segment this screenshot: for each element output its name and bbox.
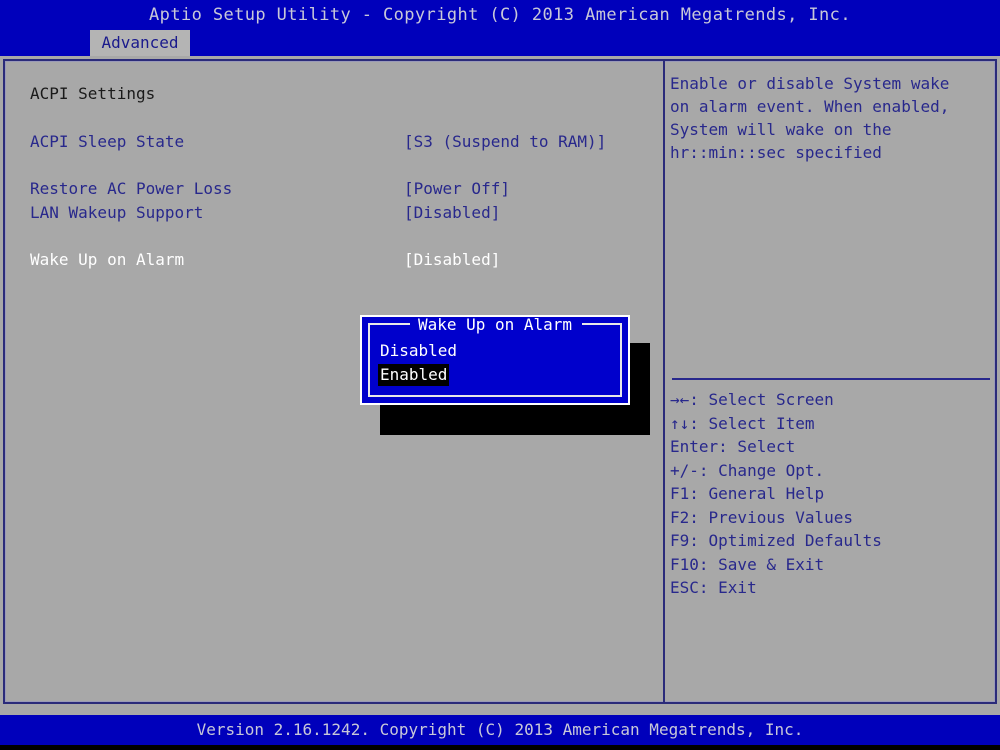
legend-select-item: ↑↓: Select Item [670, 413, 815, 433]
footer-bar: Version 2.16.1242. Copyright (C) 2013 Am… [0, 715, 1000, 745]
help-legend-divider [672, 378, 990, 380]
legend-enter-select: Enter: Select [670, 437, 796, 456]
setting-label: Restore AC Power Loss [30, 179, 233, 198]
legend-esc-exit: ESC: Exit [670, 578, 757, 597]
help-line: hr::min::sec specified [670, 143, 882, 162]
setting-row-lan-wakeup-support[interactable]: LAN Wakeup Support [Disabled] [8, 201, 660, 225]
setting-row-acpi-sleep-state[interactable]: ACPI Sleep State [S3 (Suspend to RAM)] [8, 130, 660, 154]
dialog-option-disabled[interactable]: Disabled [378, 340, 459, 362]
help-panel: Enable or disable System wake on alarm e… [670, 72, 992, 164]
settings-heading-row: ACPI Settings [8, 82, 660, 106]
legend-change-opt: +/-: Change Opt. [670, 460, 825, 480]
legend-previous-values: F2: Previous Values [670, 507, 854, 527]
help-line: on alarm event. When enabled, [670, 97, 950, 116]
setting-row-wake-up-on-alarm[interactable]: Wake Up on Alarm [Disabled] [8, 248, 660, 272]
help-line: System will wake on the [670, 120, 892, 139]
setting-label: LAN Wakeup Support [30, 203, 204, 222]
setting-value[interactable]: [Disabled] [404, 201, 500, 225]
help-line: Enable or disable System wake [670, 74, 950, 93]
window-title: Aptio Setup Utility - Copyright (C) 2013… [149, 5, 851, 25]
footer-version-text: Version 2.16.1242. Copyright (C) 2013 Am… [196, 720, 804, 739]
dialog-option-enabled[interactable]: Enabled [378, 364, 450, 386]
setting-label: Wake Up on Alarm [30, 250, 185, 269]
setting-value[interactable]: [Power Off] [404, 177, 510, 201]
screen-bottom-edge [0, 745, 1000, 750]
setting-row-restore-ac-power-loss[interactable]: Restore AC Power Loss [Power Off] [8, 177, 660, 201]
dialog-title: Wake Up on Alarm [417, 315, 573, 334]
legend-optimized-defaults: F9: Optimized Defaults [670, 531, 882, 550]
legend-select-screen: →←: Select Screen [670, 390, 834, 409]
legend-general-help: F1: General Help [670, 484, 825, 503]
bios-setup-screen: Aptio Setup Utility - Copyright (C) 2013… [0, 0, 1000, 750]
panel-vertical-divider [663, 61, 665, 702]
setting-value[interactable]: [S3 (Suspend to RAM)] [404, 130, 606, 154]
settings-heading: ACPI Settings [30, 84, 156, 103]
setting-label: ACPI Sleep State [30, 132, 185, 151]
tab-advanced[interactable]: Advanced [90, 30, 190, 56]
legend-save-exit: F10: Save & Exit [670, 554, 825, 574]
setting-value[interactable]: [Disabled] [404, 248, 500, 272]
key-legend: →←: Select Screen ↑↓: Select Item Enter:… [670, 388, 992, 600]
title-bar: Aptio Setup Utility - Copyright (C) 2013… [0, 0, 1000, 30]
